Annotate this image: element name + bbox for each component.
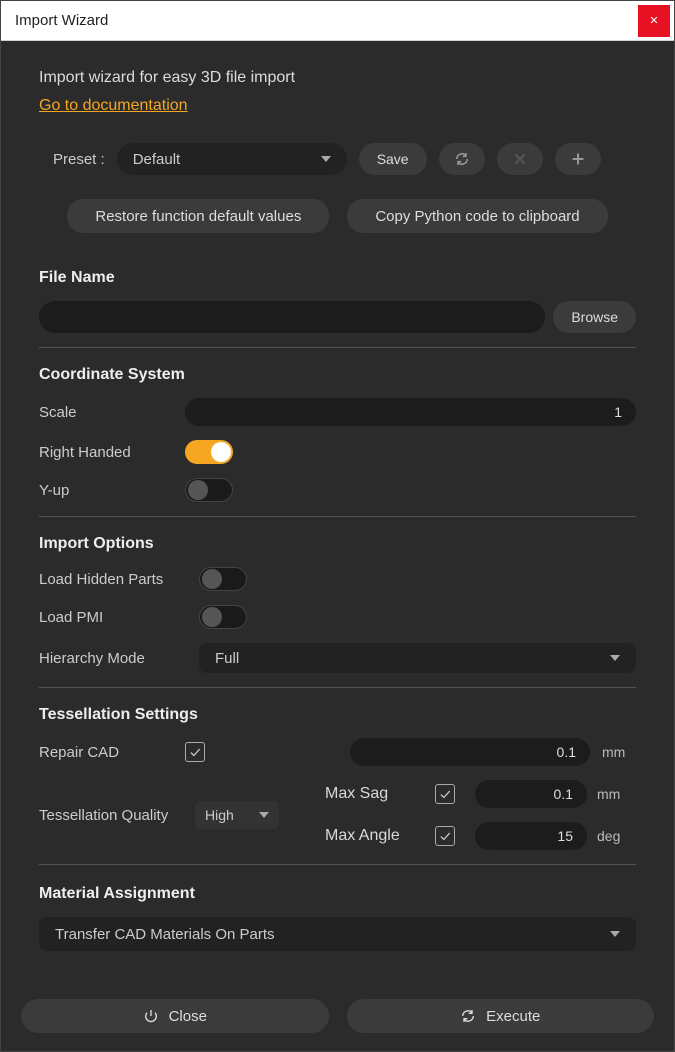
preset-label: Preset : xyxy=(53,151,105,168)
file-name-section: File Name Browse xyxy=(39,269,636,366)
file-name-input[interactable] xyxy=(39,301,545,333)
preset-select[interactable]: Default xyxy=(117,143,347,175)
material-assignment-value: Transfer CAD Materials On Parts xyxy=(55,926,275,943)
power-icon xyxy=(143,1008,159,1024)
window-title: Import Wizard xyxy=(15,12,108,29)
scale-label: Scale xyxy=(39,404,185,421)
restore-defaults-button[interactable]: Restore function default values xyxy=(67,199,329,233)
import-wizard-window: Import Wizard ✕ Import wizard for easy 3… xyxy=(0,0,675,1052)
refresh-icon xyxy=(454,151,470,167)
max-sag-checkbox[interactable] xyxy=(435,784,455,804)
coordinate-system-section: Coordinate System Scale Right Handed Y-u… xyxy=(39,366,636,535)
documentation-link[interactable]: Go to documentation xyxy=(39,97,636,115)
preset-value: Default xyxy=(133,151,181,168)
tessellation-section: Tessellation Settings Repair CAD mm Tess… xyxy=(39,706,636,883)
copy-python-button[interactable]: Copy Python code to clipboard xyxy=(347,199,607,233)
x-icon xyxy=(512,151,528,167)
titlebar: Import Wizard ✕ xyxy=(1,1,674,41)
plus-icon xyxy=(570,151,586,167)
y-up-label: Y-up xyxy=(39,482,185,499)
divider xyxy=(39,687,636,688)
import-options-section: Import Options Load Hidden Parts Load PM… xyxy=(39,535,636,706)
max-angle-input[interactable] xyxy=(475,822,587,850)
max-sag-unit: mm xyxy=(597,786,647,802)
action-row: Restore function default values Copy Pyt… xyxy=(39,199,636,233)
tessellation-quality-label: Tessellation Quality xyxy=(39,807,185,824)
chevron-down-icon xyxy=(610,931,620,937)
right-handed-label: Right Handed xyxy=(39,444,185,461)
load-hidden-toggle[interactable] xyxy=(199,567,247,591)
check-icon xyxy=(188,745,202,759)
add-preset-button[interactable] xyxy=(555,143,601,175)
refresh-icon xyxy=(460,1008,476,1024)
execute-button-label: Execute xyxy=(486,1008,540,1025)
footer: Close Execute xyxy=(1,985,674,1051)
right-handed-toggle[interactable] xyxy=(185,440,233,464)
max-angle-unit: deg xyxy=(597,828,647,844)
chevron-down-icon xyxy=(610,655,620,661)
repair-cad-unit: mm xyxy=(590,744,636,760)
dialog-body: Import wizard for easy 3D file import Go… xyxy=(1,41,674,985)
hierarchy-mode-label: Hierarchy Mode xyxy=(39,650,199,667)
load-pmi-toggle[interactable] xyxy=(199,605,247,629)
check-icon xyxy=(438,829,452,843)
hierarchy-mode-value: Full xyxy=(215,650,239,667)
save-preset-button[interactable]: Save xyxy=(359,143,427,175)
divider xyxy=(39,516,636,517)
toggle-knob xyxy=(202,607,222,627)
tessellation-quality-value: High xyxy=(205,807,234,823)
material-assignment-select[interactable]: Transfer CAD Materials On Parts xyxy=(39,917,636,951)
chevron-down-icon xyxy=(321,156,331,162)
hierarchy-mode-select[interactable]: Full xyxy=(199,643,636,673)
material-assignment-heading: Material Assignment xyxy=(39,885,636,903)
close-window-button[interactable]: ✕ xyxy=(638,5,670,37)
check-icon xyxy=(438,787,452,801)
load-hidden-label: Load Hidden Parts xyxy=(39,571,199,588)
toggle-knob xyxy=(211,442,231,462)
close-icon: ✕ xyxy=(649,14,658,27)
tessellation-heading: Tessellation Settings xyxy=(39,706,636,724)
y-up-toggle[interactable] xyxy=(185,478,233,502)
delete-preset-button[interactable] xyxy=(497,143,543,175)
tessellation-quality-select[interactable]: High xyxy=(195,801,279,829)
file-name-heading: File Name xyxy=(39,269,636,287)
intro-text: Import wizard for easy 3D file import xyxy=(39,69,636,87)
toggle-knob xyxy=(202,569,222,589)
divider xyxy=(39,347,636,348)
scale-input[interactable] xyxy=(185,398,636,426)
repair-cad-label: Repair CAD xyxy=(39,744,185,761)
browse-button[interactable]: Browse xyxy=(553,301,636,333)
execute-button[interactable]: Execute xyxy=(347,999,655,1033)
load-pmi-label: Load PMI xyxy=(39,609,199,626)
repair-cad-value-input[interactable] xyxy=(350,738,590,766)
material-assignment-section: Material Assignment Transfer CAD Materia… xyxy=(39,885,636,951)
close-button[interactable]: Close xyxy=(21,999,329,1033)
max-angle-label: Max Angle xyxy=(325,827,425,845)
toggle-knob xyxy=(188,480,208,500)
close-button-label: Close xyxy=(169,1008,207,1025)
repair-cad-checkbox[interactable] xyxy=(185,742,205,762)
max-sag-label: Max Sag xyxy=(325,785,425,803)
chevron-down-icon xyxy=(259,812,269,818)
max-sag-input[interactable] xyxy=(475,780,587,808)
preset-row: Preset : Default Save xyxy=(39,143,636,175)
import-options-heading: Import Options xyxy=(39,535,636,553)
divider xyxy=(39,864,636,865)
coordinate-system-heading: Coordinate System xyxy=(39,366,636,384)
refresh-preset-button[interactable] xyxy=(439,143,485,175)
max-angle-checkbox[interactable] xyxy=(435,826,455,846)
